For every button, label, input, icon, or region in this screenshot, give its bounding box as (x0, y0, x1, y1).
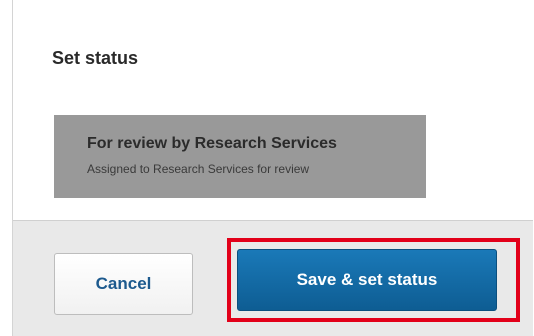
cancel-button[interactable]: Cancel (54, 253, 193, 315)
dialog-body: Set status For review by Research Servic… (13, 0, 533, 220)
status-option-selected[interactable]: For review by Research Services Assigned… (54, 115, 426, 198)
set-status-dialog: Set status For review by Research Servic… (12, 0, 533, 336)
dialog-title: Set status (52, 48, 139, 68)
save-and-set-status-button[interactable]: Save & set status (237, 249, 497, 311)
dialog-footer: Cancel Save & set status (13, 220, 533, 336)
status-option-name: For review by Research Services (87, 135, 337, 152)
status-option-description: Assigned to Research Services for review (87, 162, 310, 176)
